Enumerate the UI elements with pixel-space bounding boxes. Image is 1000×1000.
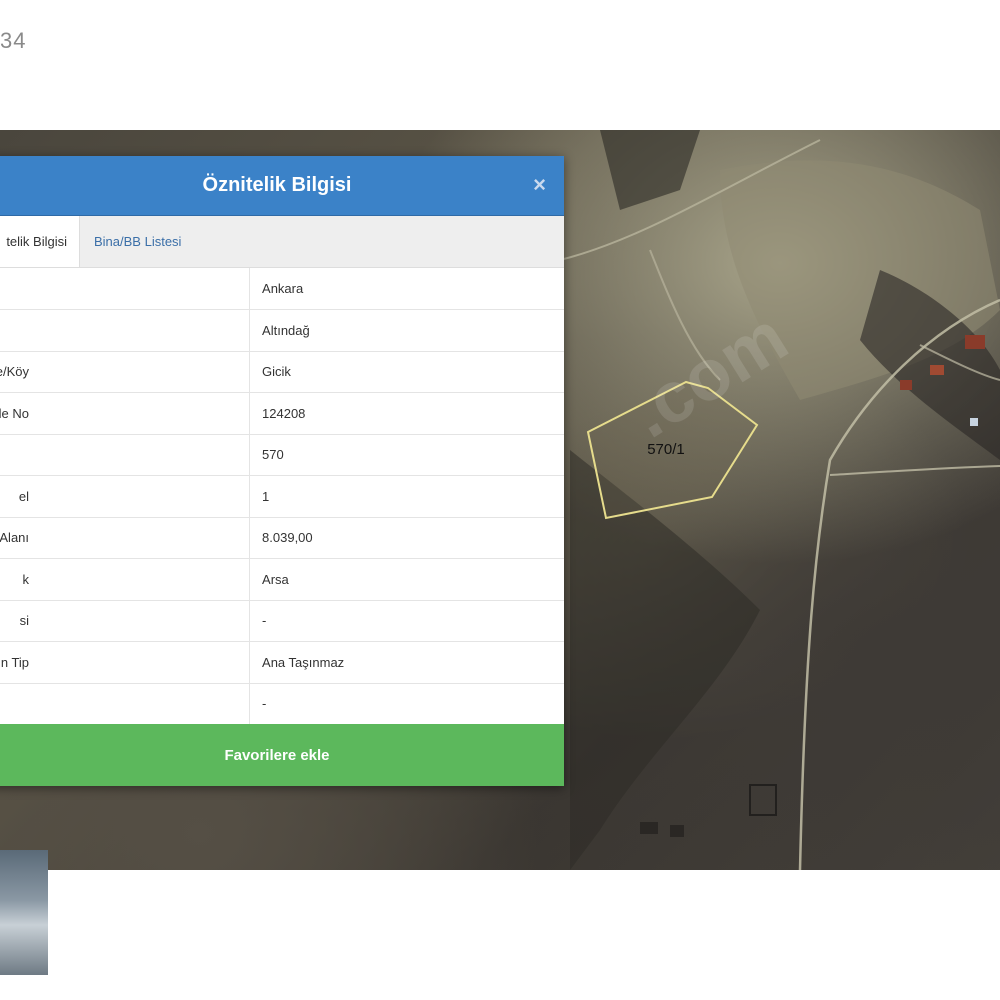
row-value: Altındağ <box>249 309 564 352</box>
building <box>965 335 985 349</box>
row-key: el <box>0 475 251 518</box>
row-value: 124208 <box>249 392 564 435</box>
row-value: - <box>249 600 564 642</box>
dialog-title: Öznitelik Bilgisi <box>202 174 352 196</box>
road-east <box>829 465 1000 476</box>
row-key <box>0 434 251 476</box>
terrain-ridge <box>570 450 760 870</box>
structure <box>640 822 658 834</box>
table-row: n Tip Ana Taşınmaz <box>0 641 564 684</box>
table-row: - <box>0 683 564 725</box>
building <box>930 365 944 375</box>
page: 34 570/1 .com Öznitelik Bilgisi × telik … <box>0 0 1000 1000</box>
row-value: Gicik <box>249 351 564 393</box>
tab-building-list[interactable]: Bina/BB Listesi <box>80 216 193 267</box>
attribute-info-dialog: Öznitelik Bilgisi × telik Bilgisi Bina/B… <box>0 156 564 786</box>
building <box>970 418 978 426</box>
table-row: Ankara <box>0 268 564 310</box>
structure <box>670 825 684 837</box>
table-row: el 1 <box>0 475 564 518</box>
table-row: si - <box>0 600 564 642</box>
tab-label: telik Bilgisi <box>6 234 67 249</box>
row-value: Ankara <box>249 268 564 310</box>
add-to-favorites-button[interactable]: Favorilere ekle <box>0 724 564 786</box>
row-key <box>0 683 251 725</box>
row-key: Alanı <box>0 517 251 559</box>
row-value: 570 <box>249 434 564 476</box>
row-value: Arsa <box>249 558 564 601</box>
table-row: Altındağ <box>0 309 564 352</box>
image-counter: 34 <box>0 28 27 53</box>
table-row: k Arsa <box>0 558 564 601</box>
row-key: k <box>0 558 251 601</box>
attribute-table: Ankara Altındağ lle/KöyGicik lle No12420… <box>0 268 564 725</box>
row-value: Ana Taşınmaz <box>249 641 564 684</box>
dialog-header: Öznitelik Bilgisi × <box>0 156 564 216</box>
row-key: lle/Köy <box>0 351 251 393</box>
table-row: lle/KöyGicik <box>0 351 564 393</box>
table-row: 570 <box>0 434 564 476</box>
row-key: n Tip <box>0 641 251 684</box>
terrain-shadow <box>600 130 700 210</box>
row-value: - <box>249 683 564 725</box>
row-value: 1 <box>249 475 564 518</box>
structure <box>749 784 777 816</box>
row-value: 8.039,00 <box>249 517 564 559</box>
table-row: Alanı 8.039,00 <box>0 517 564 559</box>
row-key <box>0 268 251 310</box>
row-key: lle No <box>0 392 251 435</box>
row-key: si <box>0 600 251 642</box>
tab-label: Bina/BB Listesi <box>94 234 182 249</box>
gallery-thumbnail[interactable] <box>0 850 48 975</box>
table-row: lle No124208 <box>0 392 564 435</box>
close-icon[interactable]: × <box>533 172 546 198</box>
row-key <box>0 309 251 352</box>
tab-attribute-info[interactable]: telik Bilgisi <box>0 216 80 267</box>
dialog-tabs: telik Bilgisi Bina/BB Listesi <box>0 216 564 268</box>
building <box>900 380 912 390</box>
